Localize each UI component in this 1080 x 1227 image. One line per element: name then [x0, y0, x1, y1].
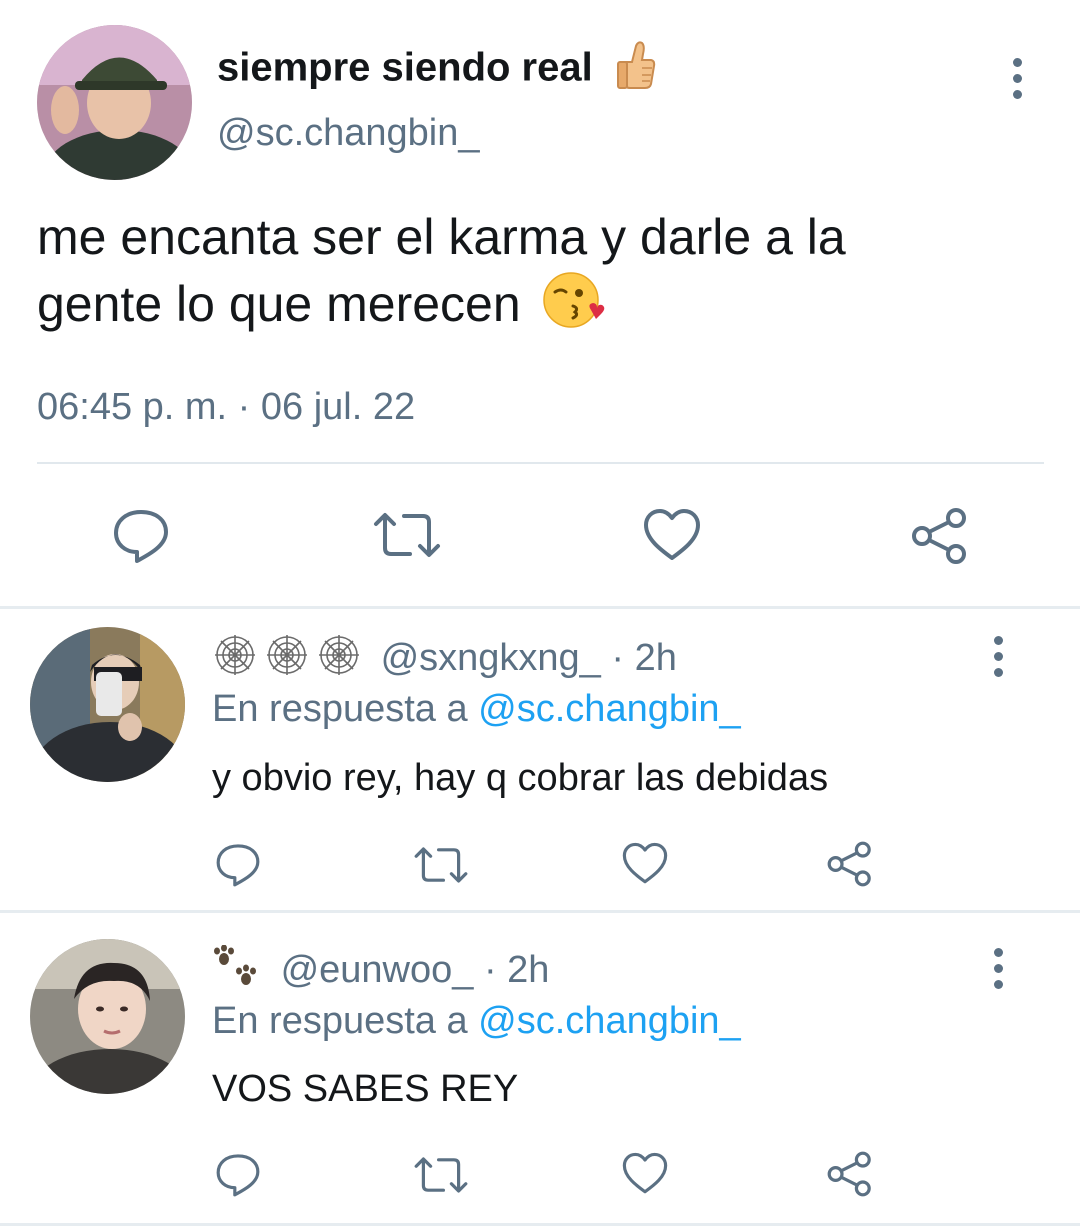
- reply-to-link[interactable]: @sc.changbin_: [478, 688, 741, 730]
- retweet-icon[interactable]: [413, 1155, 469, 1195]
- kiss-face-icon: [541, 270, 607, 346]
- thumbs-up-icon: [616, 40, 656, 100]
- reply-to-link[interactable]: @sc.changbin_: [478, 1000, 741, 1042]
- divider: [37, 462, 1044, 464]
- like-icon[interactable]: [622, 1152, 668, 1195]
- divider: [0, 1223, 1080, 1226]
- tweet-text-line-1: me encanta ser el karma y darle a la: [37, 209, 846, 265]
- reply-time: · 2h: [611, 637, 677, 680]
- reply-text: VOS SABES REY: [212, 1068, 519, 1110]
- reply-author-handle[interactable]: @eunwoo_: [281, 949, 474, 991]
- comment-icon[interactable]: [215, 842, 261, 888]
- reply-header: @sxngkxng_ · 2h: [212, 633, 677, 687]
- comment-icon[interactable]: [215, 1152, 261, 1198]
- like-icon[interactable]: [622, 842, 668, 885]
- divider: [0, 606, 1080, 609]
- more-options-icon[interactable]: [988, 636, 1008, 677]
- share-icon[interactable]: [826, 1150, 874, 1198]
- comment-icon[interactable]: [112, 508, 170, 564]
- spider-web-icon: [212, 633, 362, 687]
- divider: [0, 910, 1080, 913]
- more-options-icon[interactable]: [1007, 58, 1027, 99]
- tweet-text-line-2: gente lo que merecen: [37, 276, 521, 333]
- reply-author-handle[interactable]: @sxngkxng_: [381, 637, 601, 679]
- share-icon[interactable]: [910, 506, 970, 566]
- avatar[interactable]: [30, 627, 185, 782]
- reply-time: · 2h: [483, 949, 550, 992]
- author-handle[interactable]: @sc.changbin_: [217, 112, 480, 155]
- reply-text: y obvio rey, hay q cobrar las debidas: [212, 757, 829, 799]
- share-icon[interactable]: [826, 840, 874, 888]
- more-options-icon[interactable]: [988, 948, 1008, 989]
- reply-header: @eunwoo_ · 2h: [212, 944, 550, 999]
- avatar[interactable]: [37, 25, 192, 180]
- display-name[interactable]: siempre siendo real: [217, 40, 656, 100]
- in-reply-to: En respuesta a @sc.changbin_: [212, 1000, 741, 1042]
- tweet-text: me encanta ser el karma y darle a la gen…: [37, 204, 846, 346]
- in-reply-to: En respuesta a @sc.changbin_: [212, 688, 741, 730]
- timestamp[interactable]: 06:45 p. m. · 06 jul. 22: [37, 386, 415, 429]
- avatar[interactable]: [30, 939, 185, 1094]
- retweet-icon[interactable]: [413, 845, 469, 885]
- like-icon[interactable]: [643, 508, 701, 562]
- retweet-icon[interactable]: [372, 510, 442, 560]
- paw-prints-icon: [212, 944, 262, 999]
